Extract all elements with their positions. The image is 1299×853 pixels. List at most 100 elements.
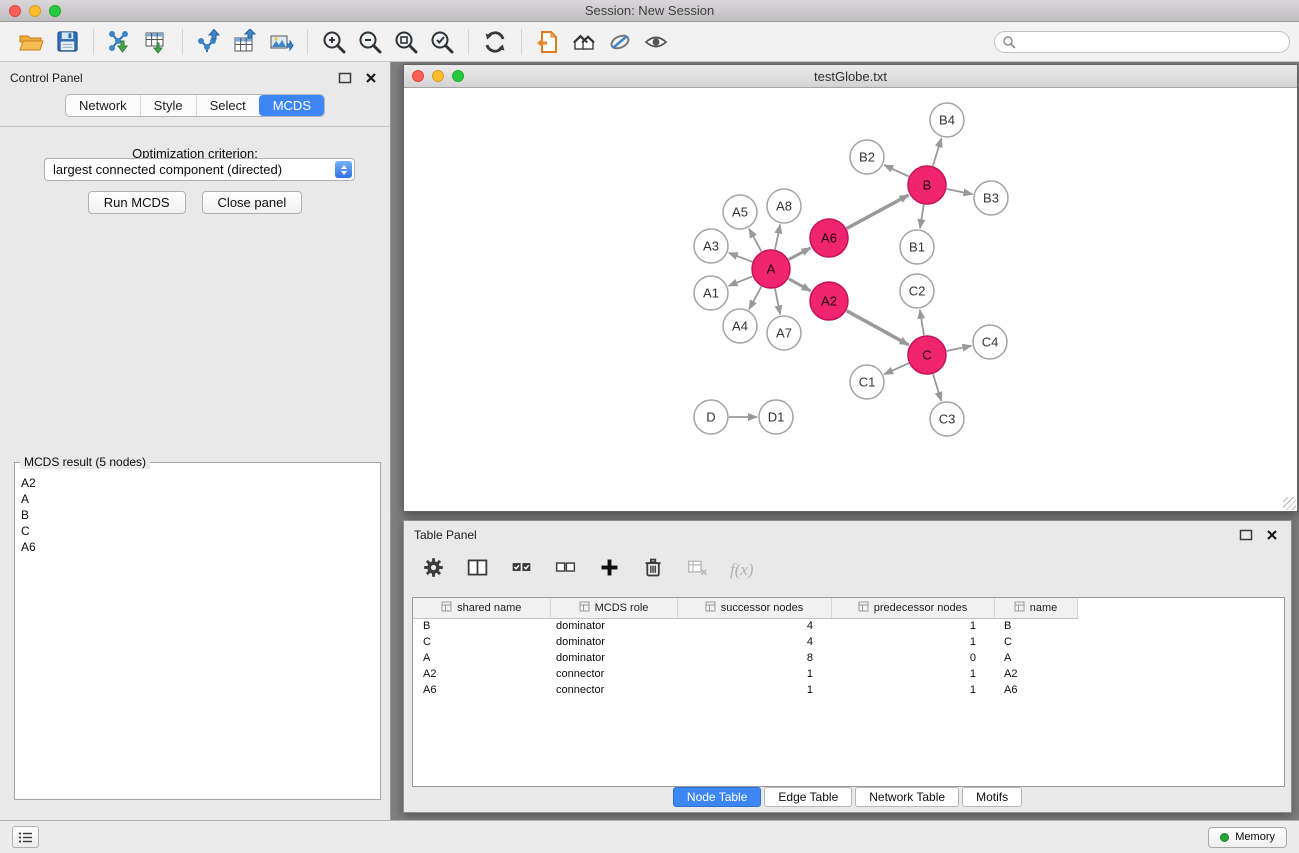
graph-node-B[interactable]: B (908, 166, 946, 204)
graph-node-A5[interactable]: A5 (723, 195, 757, 229)
graph-edge-B-B3[interactable] (947, 189, 973, 194)
zoom-selected-button[interactable] (424, 26, 460, 58)
search-input[interactable] (1016, 35, 1289, 49)
optimization-dropdown[interactable]: largest connected component (directed) (44, 158, 355, 181)
graph-node-A7[interactable]: A7 (767, 316, 801, 350)
column-header-mcds-role[interactable]: MCDS role (550, 598, 677, 618)
graph-node-A3[interactable]: A3 (694, 229, 728, 263)
graph-node-B1[interactable]: B1 (900, 230, 934, 264)
close-button[interactable] (412, 70, 424, 82)
minimize-button[interactable] (29, 5, 41, 17)
graph-edge-B-B1[interactable] (920, 205, 924, 229)
tab-network[interactable]: Network (66, 95, 140, 116)
export-image-button[interactable] (263, 26, 299, 58)
column-header-predecessor-nodes[interactable]: predecessor nodes (831, 598, 994, 618)
tab-select[interactable]: Select (196, 95, 259, 116)
zoom-in-button[interactable] (316, 26, 352, 58)
toggle-columns-button[interactable] (466, 556, 489, 584)
graph-edge-A-A7[interactable] (775, 289, 780, 315)
column-header-shared-name[interactable]: shared name (413, 598, 550, 618)
save-session-button[interactable] (49, 26, 85, 58)
table-row[interactable]: Adominator80A (413, 650, 1077, 666)
graph-edge-A-A3[interactable] (729, 253, 753, 262)
resize-handle[interactable] (1283, 497, 1296, 510)
graph-node-A8[interactable]: A8 (767, 189, 801, 223)
table-tab-edge-table[interactable]: Edge Table (764, 787, 852, 807)
export-network-button[interactable] (191, 26, 227, 58)
tab-mcds[interactable]: MCDS (259, 95, 324, 116)
deselect-all-rows-button[interactable] (554, 556, 577, 584)
float-panel-button[interactable] (336, 70, 354, 86)
float-panel-button[interactable] (1237, 527, 1255, 543)
graph-edge-A-A1[interactable] (729, 276, 753, 286)
column-header-successor-nodes[interactable]: successor nodes (677, 598, 831, 618)
select-all-rows-button[interactable] (510, 556, 533, 584)
show-hide-details-button[interactable] (638, 26, 674, 58)
graph-edge-A-A2[interactable] (789, 279, 811, 291)
network-view[interactable]: B4 B2 B B3 A5 A8 A6 B1 A3 A C2 A1 A2 A4 A7 C4 C C1 C3 D D1 (404, 88, 1297, 511)
delete-table-button[interactable] (686, 556, 709, 584)
tab-style[interactable]: Style (140, 95, 196, 116)
graph-node-A[interactable]: A (752, 250, 790, 288)
graph-node-C3[interactable]: C3 (930, 402, 964, 436)
table-tab-network-table[interactable]: Network Table (855, 787, 959, 807)
graph-edge-C-C1[interactable] (884, 363, 909, 374)
column-header-name[interactable]: name (994, 598, 1077, 618)
graph-node-C4[interactable]: C4 (973, 325, 1007, 359)
close-panel-button[interactable]: Close panel (202, 191, 303, 214)
graph-node-A2[interactable]: A2 (810, 282, 848, 320)
table-row[interactable]: Bdominator41B (413, 618, 1077, 634)
export-table-button[interactable] (227, 26, 263, 58)
set-style-button[interactable] (602, 26, 638, 58)
graph-edge-A2-C[interactable] (847, 311, 909, 345)
zoom-fit-button[interactable] (388, 26, 424, 58)
graph-node-A1[interactable]: A1 (694, 276, 728, 310)
apply-layout-button[interactable] (477, 26, 513, 58)
open-file-button[interactable] (13, 26, 49, 58)
table-settings-button[interactable] (422, 556, 445, 584)
graph-edge-B-B2[interactable] (884, 165, 909, 177)
close-control-panel-button[interactable] (362, 70, 380, 86)
table-tab-motifs[interactable]: Motifs (962, 787, 1022, 807)
import-network-button[interactable] (102, 26, 138, 58)
graph-node-A6[interactable]: A6 (810, 219, 848, 257)
graph-edge-B-B4[interactable] (933, 138, 942, 166)
graph-node-C1[interactable]: C1 (850, 365, 884, 399)
memory-button[interactable]: Memory (1208, 827, 1287, 848)
graph-edge-C-C3[interactable] (933, 374, 941, 401)
run-mcds-button[interactable]: Run MCDS (88, 191, 186, 214)
delete-rows-button[interactable] (642, 556, 665, 584)
graph-edge-A-A6[interactable] (789, 248, 811, 260)
add-row-button[interactable] (598, 556, 621, 584)
graph-node-B4[interactable]: B4 (930, 103, 964, 137)
close-table-panel-button[interactable] (1263, 527, 1281, 543)
network-window-titlebar[interactable]: testGlobe.txt (404, 65, 1297, 88)
close-button[interactable] (9, 5, 21, 17)
graph-edge-C-C4[interactable] (947, 346, 972, 351)
minimize-button[interactable] (432, 70, 444, 82)
graph-edge-A-A4[interactable] (749, 287, 761, 310)
graph-edge-C-C2[interactable] (920, 310, 924, 335)
graph-node-B2[interactable]: B2 (850, 140, 884, 174)
graph-edge-A-A8[interactable] (775, 225, 780, 250)
table-tab-node-table[interactable]: Node Table (673, 787, 762, 807)
fullscreen-button[interactable] (452, 70, 464, 82)
open-document-button[interactable] (530, 26, 566, 58)
table-row[interactable]: A6connector11A6 (413, 682, 1077, 698)
function-builder-button[interactable]: f(x) (730, 560, 754, 580)
graph-node-C[interactable]: C (908, 336, 946, 374)
zoom-out-button[interactable] (352, 26, 388, 58)
graph-edge-A-A5[interactable] (749, 229, 761, 252)
graph-node-D1[interactable]: D1 (759, 400, 793, 434)
graph-edge-A6-B[interactable] (847, 195, 909, 229)
graph-node-B3[interactable]: B3 (974, 181, 1008, 215)
graph-node-D[interactable]: D (694, 400, 728, 434)
graph-node-A4[interactable]: A4 (723, 309, 757, 343)
graph-node-C2[interactable]: C2 (900, 274, 934, 308)
fullscreen-button[interactable] (49, 5, 61, 17)
show-home-button[interactable] (566, 26, 602, 58)
table-row[interactable]: A2connector11A2 (413, 666, 1077, 682)
table-row[interactable]: Cdominator41C (413, 634, 1077, 650)
task-history-button[interactable] (12, 826, 39, 848)
import-table-button[interactable] (138, 26, 174, 58)
